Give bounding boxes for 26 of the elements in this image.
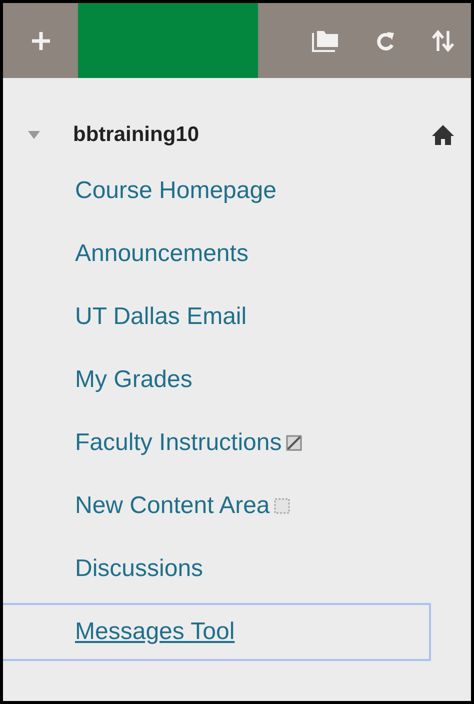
course-title: bbtraining10: [73, 122, 200, 148]
menu-item[interactable]: My Grades: [3, 351, 431, 409]
folder-button[interactable]: [311, 28, 341, 52]
plus-icon: [30, 30, 52, 52]
collapse-triangle-icon[interactable]: [27, 129, 41, 141]
sort-button[interactable]: [431, 28, 455, 52]
home-icon[interactable]: [431, 124, 455, 146]
menu-link[interactable]: New Content Area: [75, 488, 270, 524]
menu-item[interactable]: Announcements: [3, 225, 431, 283]
hidden-item-icon: [286, 435, 302, 451]
menu-link[interactable]: Discussions: [75, 551, 204, 587]
menu-item[interactable]: Faculty Instructions: [3, 414, 431, 472]
menu-link[interactable]: Course Homepage: [75, 173, 276, 209]
menu-item[interactable]: Discussions: [3, 540, 431, 598]
menu-link[interactable]: Messages Tool: [75, 614, 235, 650]
folder-icon: [311, 28, 341, 52]
menu-item[interactable]: Course Homepage: [3, 162, 431, 220]
empty-item-icon: [274, 498, 290, 514]
menu-link[interactable]: Faculty Instructions: [75, 425, 282, 461]
menu-item[interactable]: New Content Area: [3, 477, 431, 535]
menu-item[interactable]: UT Dallas Email: [3, 288, 431, 346]
selected-menu-item[interactable]: Messages Tool: [3, 603, 431, 661]
menu-link[interactable]: My Grades: [75, 362, 192, 398]
sort-icon: [431, 28, 455, 52]
menu-link[interactable]: Announcements: [75, 236, 248, 272]
menu-link[interactable]: UT Dallas Email: [75, 299, 247, 335]
